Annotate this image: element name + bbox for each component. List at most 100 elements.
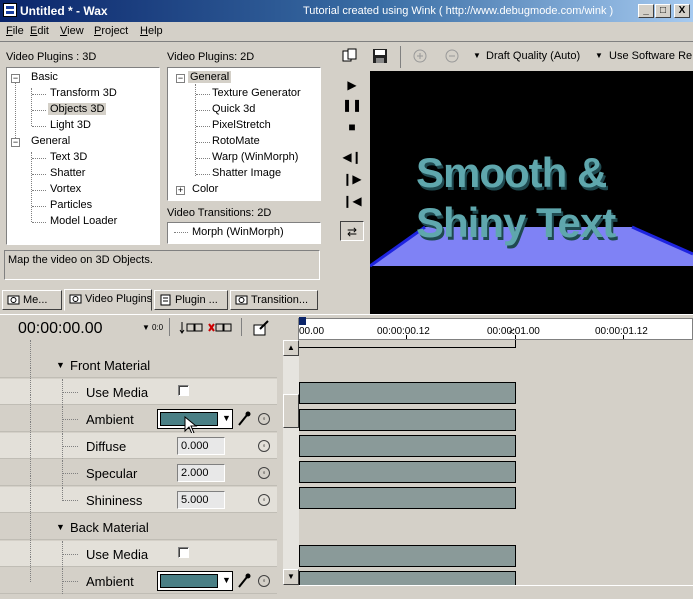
track-bar[interactable] [299, 382, 516, 404]
collapse-triangle-icon[interactable]: ▼ [56, 360, 65, 370]
property-label: Use Media [86, 385, 149, 400]
track-bar[interactable] [299, 487, 516, 509]
play-icon[interactable]: ▶ [340, 75, 364, 95]
preview-text-line-2: Shiny Text [416, 199, 616, 246]
zoom-in-icon[interactable] [412, 48, 428, 64]
step-dropdown-arrow-icon[interactable]: ▼ [142, 323, 150, 332]
tree-node-model-loader[interactable]: Model Loader [50, 214, 117, 229]
close-button[interactable]: X [674, 4, 690, 18]
tree-node-basic[interactable]: Basic [31, 70, 58, 85]
expand-color-icon[interactable]: + [176, 186, 185, 195]
ruler-label-3: 00:00:01.12 [595, 326, 648, 337]
save-icon[interactable] [372, 48, 388, 64]
collapse-general2d-icon[interactable]: − [176, 74, 185, 83]
settings-icon[interactable] [252, 319, 270, 337]
tab-transitions[interactable]: Transition... [230, 290, 318, 310]
collapse-triangle-icon[interactable]: ▼ [56, 522, 65, 532]
maximize-button[interactable]: □ [655, 4, 671, 18]
delete-keyframe-icon[interactable] [208, 321, 234, 335]
tree-node-objects3d[interactable]: Objects 3D [48, 102, 107, 117]
specular-input[interactable]: 2.000 [177, 464, 225, 482]
quality-dropdown-arrow-icon[interactable]: ▼ [473, 51, 481, 60]
track-bar[interactable] [299, 435, 516, 457]
diffuse-input[interactable]: 0.000 [177, 437, 225, 455]
scroll-down-icon[interactable]: ▼ [283, 569, 299, 585]
tree-node-color[interactable]: Color [192, 182, 218, 197]
tree-node-shatter-image[interactable]: Shatter Image [212, 166, 281, 181]
tree-node-general[interactable]: General [31, 134, 70, 149]
property-row-use-media: Use Media [0, 367, 277, 405]
menu-view[interactable]: View [60, 25, 84, 37]
property-label: Front Material [70, 358, 151, 373]
shininess-input[interactable]: 5.000 [177, 491, 225, 509]
renderer-dropdown[interactable]: Use Software Re [609, 50, 692, 62]
use-media-checkbox[interactable] [178, 547, 189, 558]
eyedropper-icon[interactable] [236, 572, 252, 590]
property-row-front-material[interactable]: ▼ Front Material [0, 340, 277, 378]
menu-file[interactable]: File [6, 25, 24, 37]
menu-project[interactable]: Project [94, 25, 128, 37]
eyedropper-icon[interactable] [236, 410, 252, 428]
menu-edit[interactable]: Edit [30, 25, 49, 37]
quality-dropdown[interactable]: Draft Quality (Auto) [486, 50, 580, 62]
timeline-ruler[interactable]: 00.00 00:00:00.12 00:00:01.00 00:00:01.1… [298, 317, 693, 340]
tree-node-rotomate[interactable]: RotoMate [212, 134, 260, 149]
tab-media[interactable]: Me... [2, 290, 62, 310]
menu-bar: File Edit View Project Help [0, 22, 693, 42]
track-bar[interactable] [299, 409, 516, 431]
loop-icon[interactable]: ⇄ [340, 221, 364, 241]
track-bar[interactable] [299, 545, 516, 567]
tree-node-general2d[interactable]: General [188, 70, 232, 85]
ambient-color-dropdown[interactable]: ▼ [157, 571, 233, 591]
collapse-basic-icon[interactable]: − [11, 74, 20, 83]
plugins3d-label: Video Plugins : 3D [6, 51, 97, 63]
keyframe-lock-icon[interactable]: ◦ [258, 413, 270, 425]
playhead-icon[interactable] [299, 317, 306, 325]
tree-node-warp[interactable]: Warp (WinMorph) [212, 150, 298, 165]
property-row-diffuse: Diffuse 0.000 ◦ [0, 421, 277, 459]
renderer-dropdown-arrow-icon[interactable]: ▼ [595, 51, 603, 60]
preview-text-line-1: Smooth & [416, 149, 607, 196]
copy-icon[interactable] [342, 48, 358, 64]
property-row-back-material[interactable]: ▼ Back Material [0, 502, 277, 540]
tree-node-particles[interactable]: Particles [50, 198, 92, 213]
keyframe-lock-icon[interactable]: ◦ [258, 575, 270, 587]
vertical-scrollbar[interactable]: ▲ ▼ [283, 340, 299, 585]
scroll-up-icon[interactable]: ▲ [283, 340, 299, 356]
tab-plugin-settings[interactable]: Plugin ... [154, 290, 228, 310]
document-icon [160, 294, 171, 306]
track-bar[interactable] [299, 461, 516, 483]
keyframe-lock-icon[interactable]: ◦ [258, 467, 270, 479]
menu-help[interactable]: Help [140, 25, 163, 37]
tree-node-text3d[interactable]: Text 3D [50, 150, 87, 165]
keyframe-lock-icon[interactable]: ◦ [258, 440, 270, 452]
tree-node-morph[interactable]: Morph (WinMorph) [192, 225, 284, 240]
pause-icon[interactable]: ❚❚ [340, 95, 364, 115]
step-forward-icon[interactable]: ❙▶ [340, 169, 364, 189]
video-preview[interactable]: Smooth & Shiny Text [370, 71, 693, 314]
stop-icon[interactable]: ■ [340, 117, 364, 137]
use-media-checkbox[interactable] [178, 385, 189, 396]
end-marker-icon[interactable]: < [509, 327, 515, 338]
playback-controls: ▶ ❚❚ ■ ◀❙ ❙▶ ❙◀ ⇄ [334, 71, 370, 314]
tab-video-plugins[interactable]: Video Plugins [64, 289, 152, 311]
horizontal-scrollbar[interactable] [299, 585, 693, 599]
tree-node-pixelstretch[interactable]: PixelStretch [212, 118, 271, 133]
window-title: Untitled * - Wax [20, 4, 108, 18]
tree-node-texture-generator[interactable]: Texture Generator [212, 86, 301, 101]
tree-node-transform3d[interactable]: Transform 3D [50, 86, 117, 101]
timeline-tracks[interactable] [299, 340, 693, 599]
minimize-button[interactable]: _ [638, 4, 654, 18]
tree-node-light3d[interactable]: Light 3D [50, 118, 91, 133]
tree-node-quick3d[interactable]: Quick 3d [212, 102, 255, 117]
rewind-icon[interactable]: ❙◀ [340, 191, 364, 211]
time-display: 00:00:00.00 [18, 320, 103, 337]
scroll-thumb[interactable] [283, 394, 299, 428]
add-keyframe-icon[interactable] [179, 321, 205, 335]
zoom-out-icon[interactable] [444, 48, 460, 64]
tree-node-shatter[interactable]: Shatter [50, 166, 85, 181]
collapse-general-icon[interactable]: − [11, 138, 20, 147]
step-back-icon[interactable]: ◀❙ [340, 147, 364, 167]
tree-node-vortex[interactable]: Vortex [50, 182, 81, 197]
keyframe-lock-icon[interactable]: ◦ [258, 494, 270, 506]
